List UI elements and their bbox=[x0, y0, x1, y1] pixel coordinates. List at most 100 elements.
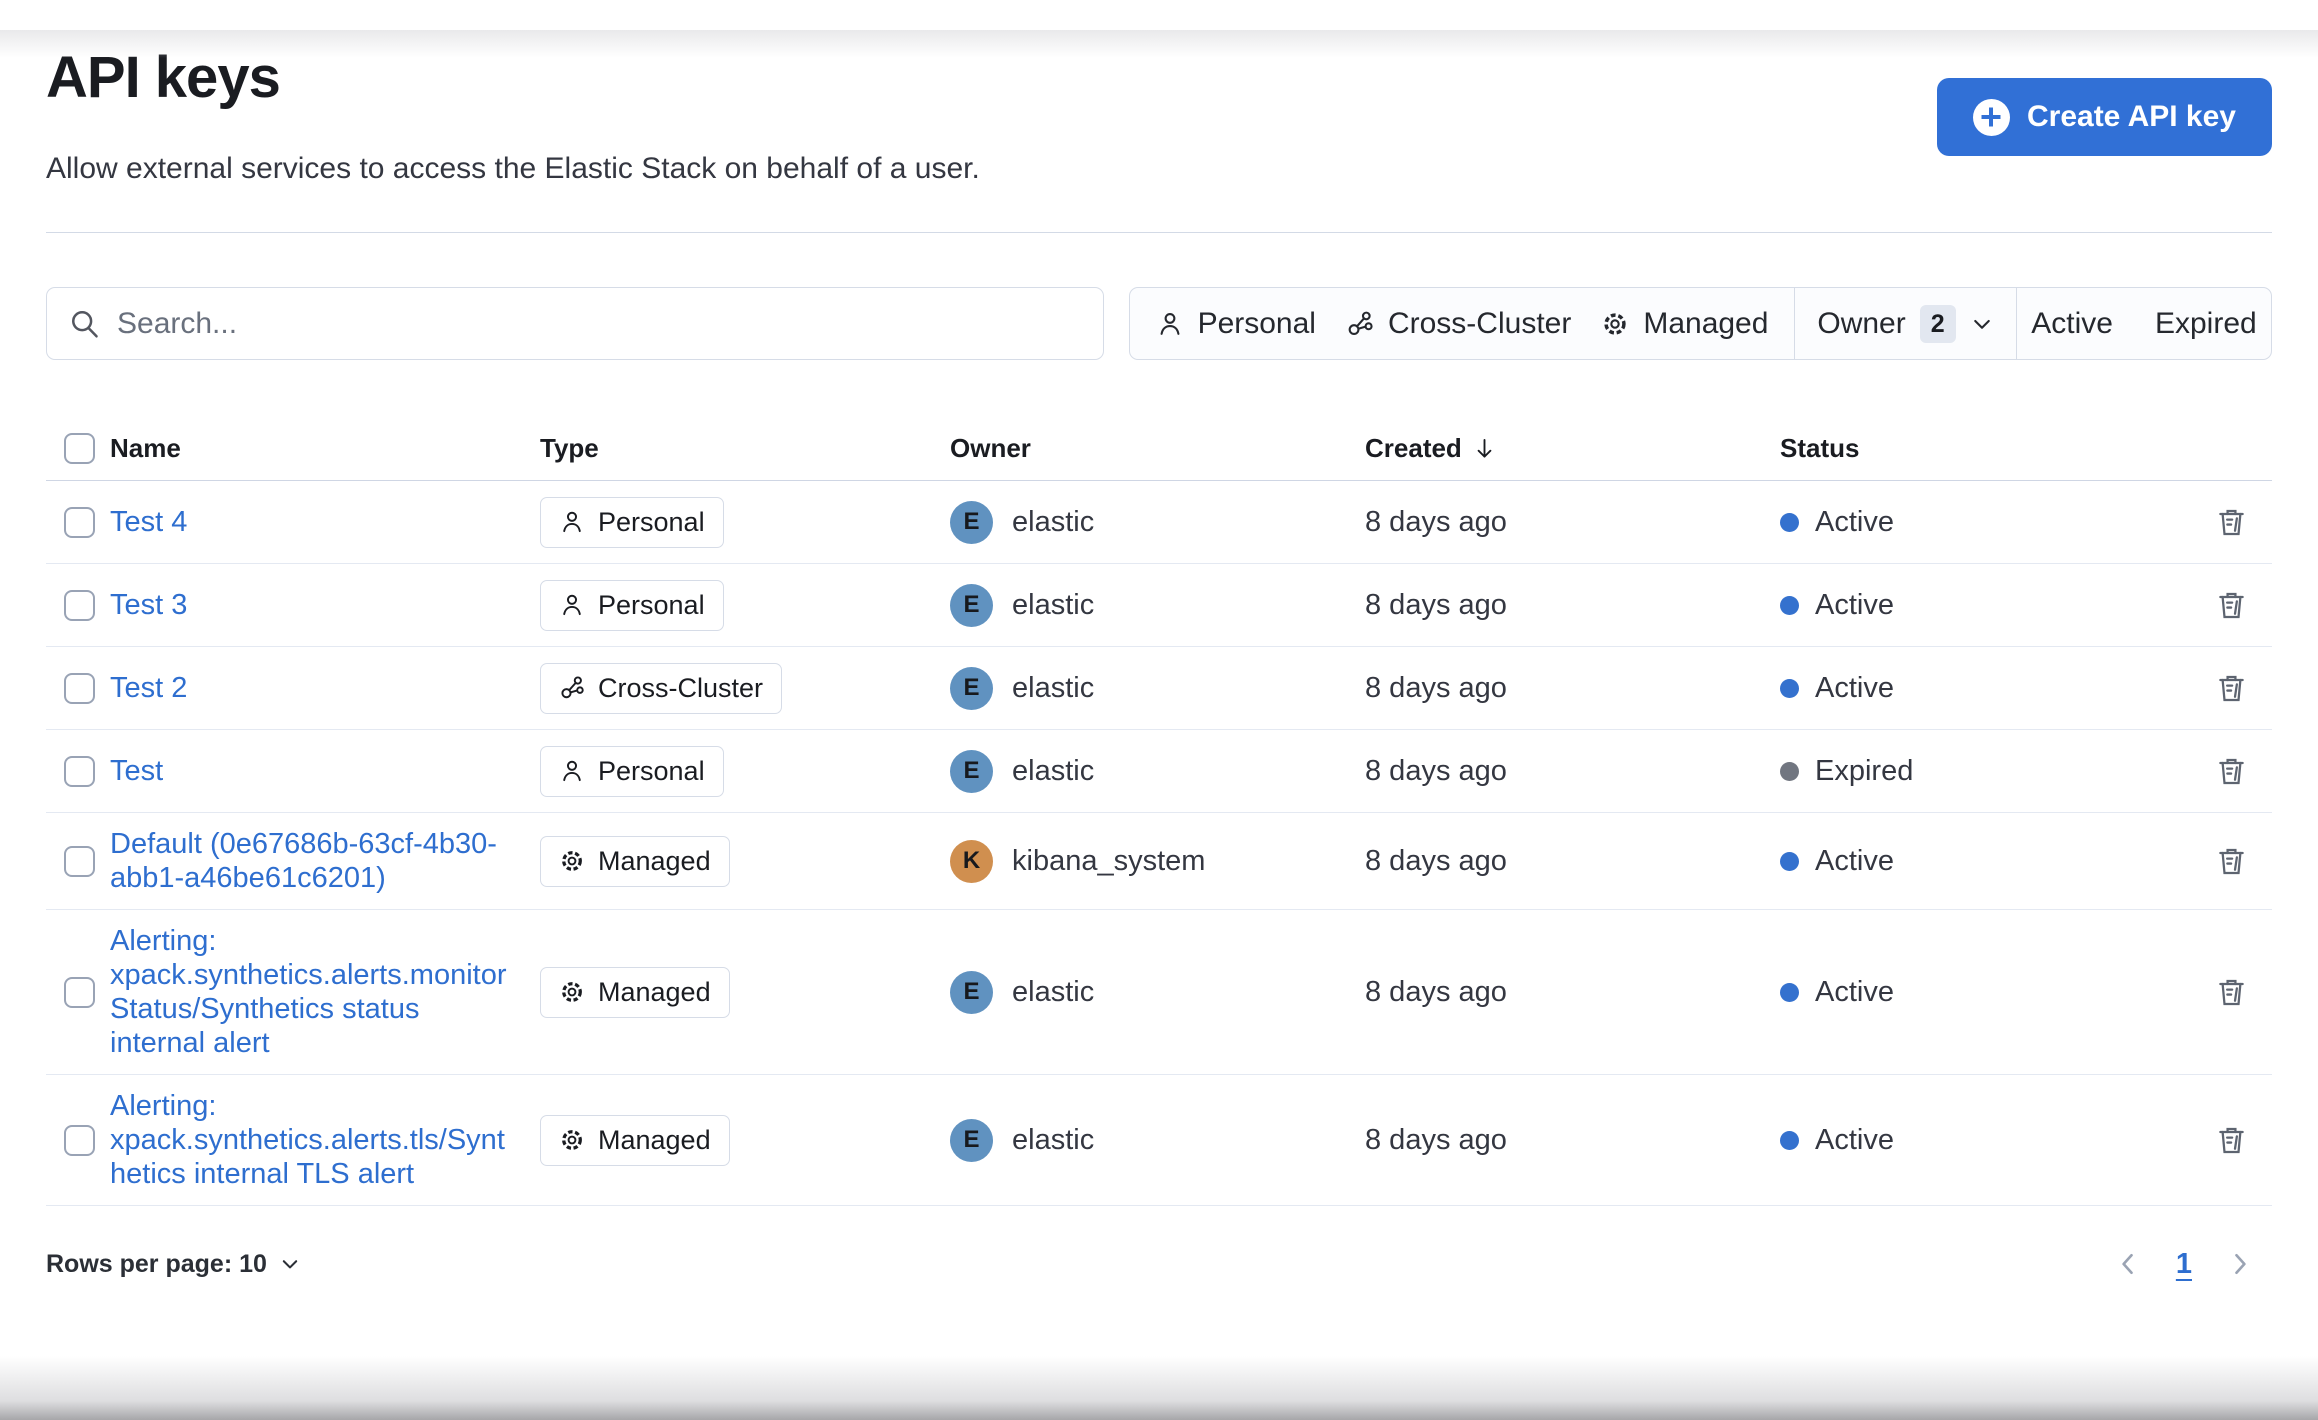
delete-api-key-button[interactable] bbox=[2209, 666, 2254, 711]
status-label: Active bbox=[1815, 505, 1894, 538]
select-all-checkbox[interactable] bbox=[64, 433, 95, 464]
previous-page-icon[interactable] bbox=[2114, 1250, 2142, 1278]
status-cell-wrap: Active bbox=[1780, 845, 2190, 878]
name-cell: Default (0e67686b-63cf-4b30-abb1-a46be61… bbox=[110, 827, 540, 895]
status-dot bbox=[1780, 1130, 1799, 1150]
delete-api-key-button[interactable] bbox=[2209, 970, 2254, 1015]
actions-cell bbox=[2190, 1118, 2272, 1163]
type-badge: Managed bbox=[540, 835, 730, 887]
row-checkbox[interactable] bbox=[64, 845, 95, 877]
search-box[interactable] bbox=[46, 287, 1104, 360]
avatar: E bbox=[950, 1118, 993, 1162]
actions-cell bbox=[2190, 500, 2272, 545]
owner-cell-wrap: Eelastic bbox=[950, 583, 1365, 627]
owner-name: elastic bbox=[1012, 671, 1095, 704]
status-cell-wrap: Active bbox=[1780, 976, 2190, 1009]
page-subtitle: Allow external services to access the El… bbox=[46, 152, 980, 185]
owner-cell-wrap: Eelastic bbox=[950, 500, 1365, 544]
table-row: Default (0e67686b-63cf-4b30-abb1-a46be61… bbox=[46, 813, 2272, 910]
type-cell: Managed bbox=[540, 966, 950, 1018]
owner-filter-section: Owner 2 bbox=[1794, 288, 2016, 359]
created-cell: 8 days ago bbox=[1365, 1123, 1507, 1156]
filter-personal-label: Personal bbox=[1197, 306, 1316, 340]
status-label: Active bbox=[1815, 975, 1894, 1008]
row-checkbox[interactable] bbox=[64, 672, 95, 704]
delete-api-key-button[interactable] bbox=[2209, 500, 2254, 545]
api-key-name-link[interactable]: Test 3 bbox=[110, 588, 508, 622]
trash-icon bbox=[2215, 845, 2248, 878]
create-api-key-button[interactable]: Create API key bbox=[1936, 78, 2272, 156]
filter-cross-cluster-label: Cross-Cluster bbox=[1387, 306, 1572, 340]
actions-cell bbox=[2190, 970, 2272, 1015]
owner-cell-wrap: Eelastic bbox=[950, 666, 1365, 710]
row-checkbox-cell bbox=[46, 589, 110, 621]
table-row: Alerting: xpack.synthetics.alerts.monito… bbox=[46, 910, 2272, 1075]
row-checkbox-cell bbox=[46, 845, 110, 877]
trash-icon bbox=[2215, 672, 2248, 705]
cross-cluster-icon bbox=[559, 675, 585, 701]
status-cell-wrap: Active bbox=[1780, 506, 2190, 539]
filter-managed[interactable]: Managed bbox=[1601, 307, 1768, 341]
actions-cell bbox=[2190, 666, 2272, 711]
created-cell: 8 days ago bbox=[1365, 754, 1507, 787]
delete-api-key-button[interactable] bbox=[2209, 839, 2254, 884]
api-key-name-link[interactable]: Alerting: xpack.synthetics.alerts.tls/Sy… bbox=[110, 1089, 508, 1191]
status-dot bbox=[1780, 761, 1799, 781]
row-checkbox[interactable] bbox=[64, 755, 95, 787]
api-key-name-link[interactable]: Default (0e67686b-63cf-4b30-abb1-a46be61… bbox=[110, 827, 508, 895]
filter-owner[interactable]: Owner 2 bbox=[1817, 304, 1993, 343]
type-badge-label: Managed bbox=[598, 1124, 711, 1155]
trash-icon bbox=[2215, 589, 2248, 622]
api-key-name-link[interactable]: Test bbox=[110, 754, 508, 788]
status-cell-wrap: Active bbox=[1780, 1124, 2190, 1157]
filter-expired[interactable]: Expired bbox=[2155, 307, 2257, 341]
status-label: Active bbox=[1815, 1123, 1894, 1156]
search-input[interactable] bbox=[117, 306, 1081, 341]
name-cell: Test 3 bbox=[110, 588, 540, 622]
plus-icon bbox=[1972, 98, 2010, 136]
header-status: Status bbox=[1780, 433, 1860, 463]
trash-icon bbox=[2215, 1124, 2248, 1157]
page-number-1[interactable]: 1 bbox=[2176, 1248, 2192, 1281]
filter-personal[interactable]: Personal bbox=[1156, 307, 1316, 341]
create-api-key-label: Create API key bbox=[2026, 100, 2236, 133]
header-created-sort[interactable]: Created bbox=[1365, 433, 1497, 464]
type-badge-label: Managed bbox=[598, 976, 711, 1007]
personal-icon bbox=[559, 758, 585, 784]
api-key-name-link[interactable]: Alerting: xpack.synthetics.alerts.monito… bbox=[110, 924, 508, 1060]
toolbar: Personal Cross-Cluster bbox=[46, 287, 2272, 360]
avatar: E bbox=[950, 583, 993, 627]
filter-active[interactable]: Active bbox=[2031, 307, 2113, 341]
status-cell-wrap: Active bbox=[1780, 589, 2190, 622]
status-dot bbox=[1780, 982, 1799, 1002]
filter-expired-label: Expired bbox=[2154, 306, 2257, 340]
api-key-name-link[interactable]: Test 2 bbox=[110, 671, 508, 705]
actions-cell bbox=[2190, 583, 2272, 628]
type-cell: Personal bbox=[540, 496, 950, 548]
row-checkbox[interactable] bbox=[64, 506, 95, 538]
delete-api-key-button[interactable] bbox=[2209, 749, 2254, 794]
owner-name: elastic bbox=[1012, 505, 1095, 538]
delete-api-key-button[interactable] bbox=[2209, 583, 2254, 628]
api-key-name-link[interactable]: Test 4 bbox=[110, 505, 508, 539]
api-keys-table: Name Type Owner Created Status Test 4 Per… bbox=[46, 417, 2272, 1206]
name-cell: Alerting: xpack.synthetics.alerts.tls/Sy… bbox=[110, 1089, 540, 1191]
rows-per-page-button[interactable]: Rows per page: 10 bbox=[46, 1250, 301, 1279]
page-navigation: 1 bbox=[2114, 1248, 2254, 1281]
next-page-icon[interactable] bbox=[2226, 1250, 2254, 1278]
row-checkbox[interactable] bbox=[64, 976, 95, 1008]
row-checkbox[interactable] bbox=[64, 1124, 95, 1156]
name-cell: Alerting: xpack.synthetics.alerts.monito… bbox=[110, 924, 540, 1060]
type-badge: Personal bbox=[540, 745, 724, 797]
chevron-down-icon bbox=[279, 1253, 301, 1275]
type-cell: Personal bbox=[540, 579, 950, 631]
type-badge-label: Personal bbox=[598, 755, 705, 786]
pagination-bar: Rows per page: 10 1 bbox=[46, 1236, 2272, 1292]
filter-cross-cluster[interactable]: Cross-Cluster bbox=[1346, 307, 1571, 341]
delete-api-key-button[interactable] bbox=[2209, 1118, 2254, 1163]
filter-managed-label: Managed bbox=[1643, 306, 1769, 340]
actions-cell bbox=[2190, 749, 2272, 794]
type-badge: Cross-Cluster bbox=[540, 662, 783, 714]
row-checkbox[interactable] bbox=[64, 589, 95, 621]
status-label: Expired bbox=[1815, 754, 1914, 787]
